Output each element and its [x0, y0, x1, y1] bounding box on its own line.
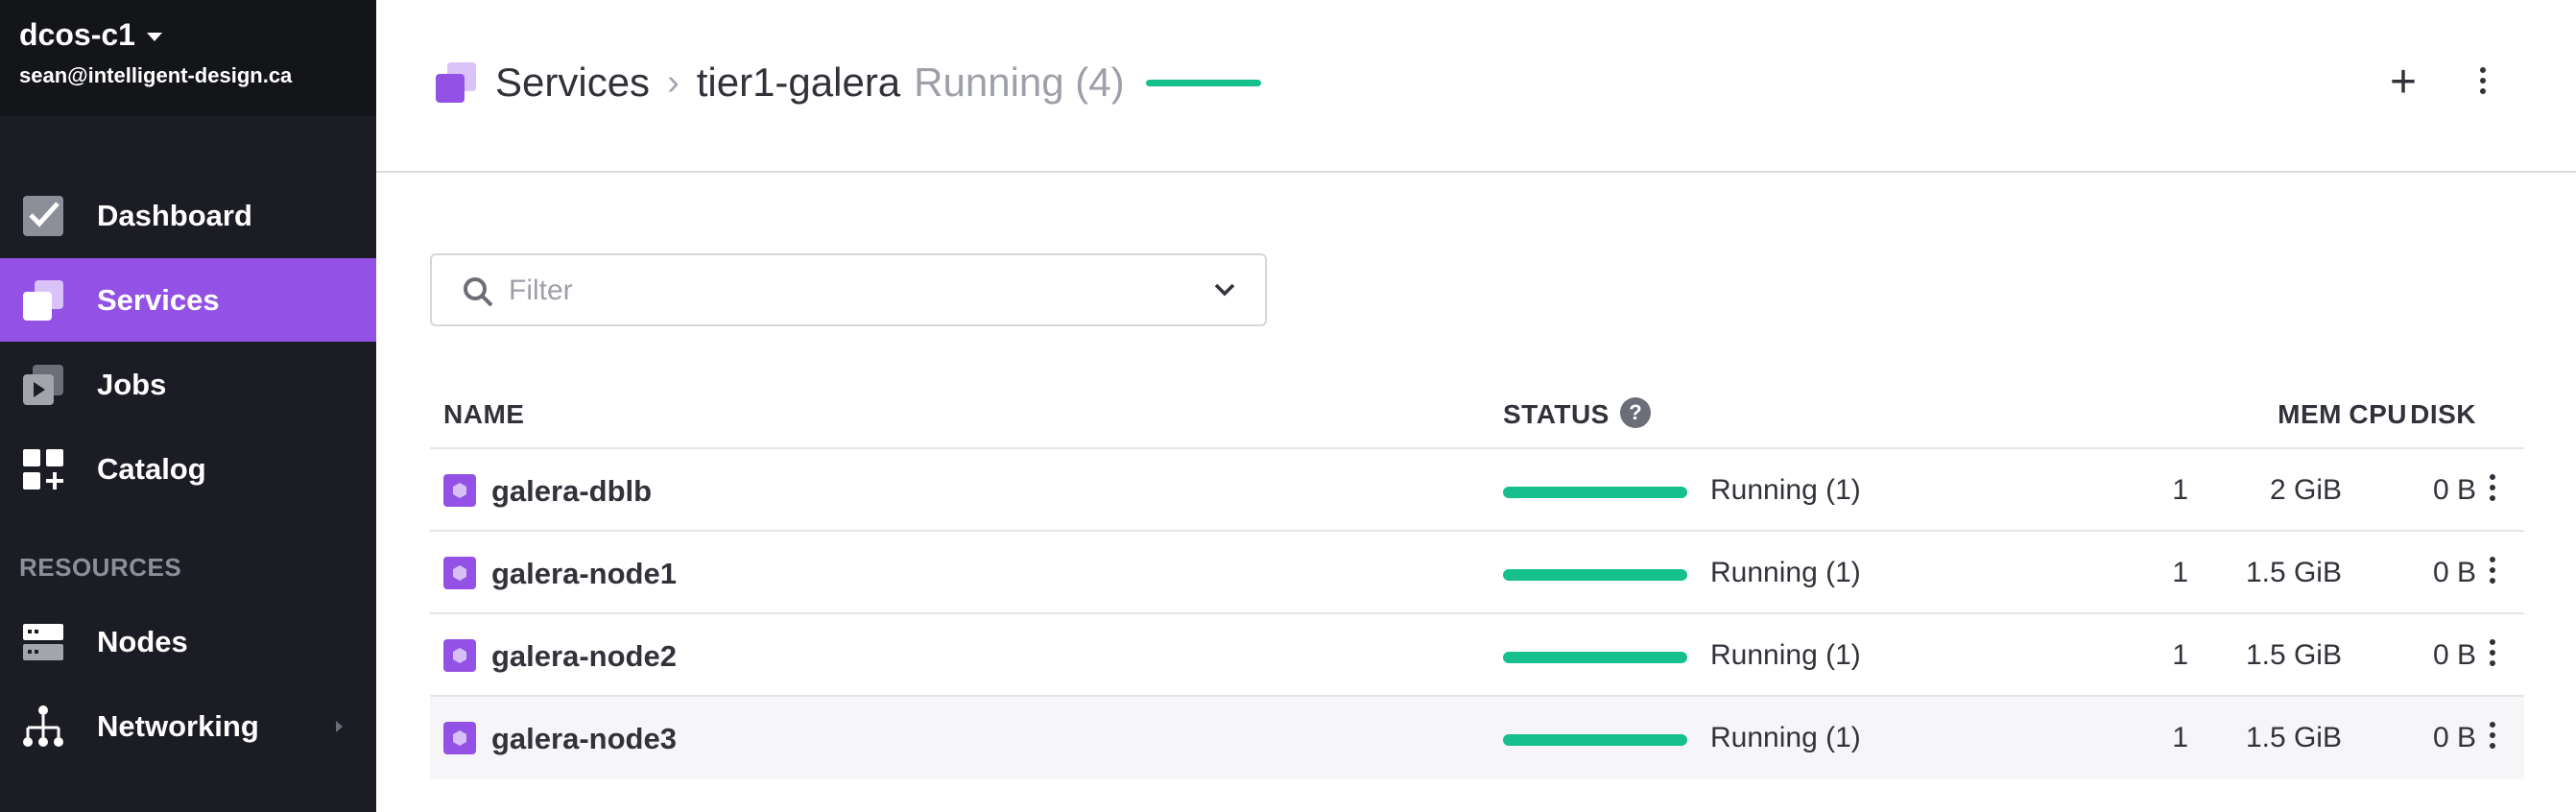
services-icon: [23, 279, 63, 321]
services-icon: [436, 62, 476, 103]
status-text: Running (1): [1710, 557, 1861, 588]
disk-value: 0 B: [2432, 557, 2476, 588]
chevron-down-icon[interactable]: [1213, 278, 1236, 301]
mem-value: 1.5 GiB: [2245, 557, 2342, 588]
service-icon: [443, 722, 476, 754]
sidebar-item-services[interactable]: Services: [0, 258, 376, 342]
disk-value: 0 B: [2432, 474, 2476, 506]
page-header: Services › tier1-galera Running (4) +: [376, 0, 2576, 173]
column-header-status[interactable]: STATUS: [1503, 399, 1610, 430]
status-bar: [1503, 569, 1687, 581]
chevron-right-icon[interactable]: [336, 720, 343, 732]
table-row[interactable]: galera-node2 Running (1) 1 1.5 GiB 0 B: [430, 614, 2524, 697]
service-icon: [443, 557, 476, 589]
breadcrumb: Services › tier1-galera Running (4): [434, 56, 1261, 109]
networking-icon: [23, 705, 63, 747]
sidebar-item-nodes[interactable]: Nodes: [0, 600, 376, 683]
chevron-down-icon: [146, 33, 162, 41]
status-bar: [1503, 734, 1687, 746]
sidebar-header[interactable]: dcos-c1 sean@intelligent-design.ca: [0, 0, 376, 116]
more-options-icon[interactable]: [2480, 67, 2486, 94]
sidebar: dcos-c1 sean@intelligent-design.ca Dashb…: [0, 0, 376, 812]
mem-value: 1.5 GiB: [2245, 639, 2342, 671]
column-header-disk[interactable]: DISK: [2342, 399, 2476, 430]
status-text: Running (1): [1710, 639, 1861, 671]
jobs-icon: [23, 364, 63, 405]
section-label-resources: RESOURCES: [19, 553, 182, 582]
service-name[interactable]: galera-node3: [491, 722, 677, 756]
user-email: sean@intelligent-design.ca: [19, 63, 293, 87]
column-header-mem[interactable]: MEM: [2198, 399, 2342, 430]
sidebar-item-catalog[interactable]: Catalog: [0, 427, 376, 511]
filter-box[interactable]: [430, 253, 1267, 326]
table-row[interactable]: galera-node1 Running (1) 1 1.5 GiB 0 B: [430, 532, 2524, 614]
sidebar-item-label: Networking: [97, 708, 259, 743]
column-header-name[interactable]: NAME: [443, 399, 524, 430]
sidebar-item-label: Jobs: [97, 367, 167, 401]
page-title: tier1-galera: [696, 60, 901, 105]
service-icon: [443, 639, 476, 672]
breadcrumb-separator-icon: ›: [667, 61, 680, 103]
cpu-value: 1: [2172, 557, 2188, 588]
table-header: NAME STATUS ? CPU MEM DISK: [430, 384, 2524, 449]
row-more-options-icon[interactable]: [2490, 557, 2495, 584]
catalog-icon: [23, 448, 63, 490]
service-icon: [443, 474, 476, 507]
status-bar: [1503, 487, 1687, 498]
status-bar: [1503, 652, 1687, 663]
row-more-options-icon[interactable]: [2490, 722, 2495, 749]
cluster-switcher[interactable]: dcos-c1: [19, 17, 162, 53]
sidebar-item-label: Dashboard: [97, 198, 252, 232]
cpu-value: 1: [2172, 722, 2188, 753]
status-text: Running (1): [1710, 474, 1861, 506]
table-row[interactable]: galera-dblb Running (1) 1 2 GiB 0 B: [430, 449, 2524, 532]
dashboard-icon: [23, 195, 63, 236]
cluster-name: dcos-c1: [19, 17, 135, 52]
table-row[interactable]: galera-node3 Running (1) 1 1.5 GiB 0 B: [430, 697, 2524, 779]
service-name[interactable]: galera-node1: [491, 557, 677, 591]
nodes-icon: [23, 623, 63, 660]
row-more-options-icon[interactable]: [2490, 474, 2495, 501]
service-status-text: Running (4): [914, 60, 1125, 105]
service-name[interactable]: galera-node2: [491, 639, 677, 674]
mem-value: 1.5 GiB: [2245, 722, 2342, 753]
sidebar-item-label: Catalog: [97, 451, 206, 486]
row-more-options-icon[interactable]: [2490, 639, 2495, 666]
status-text: Running (1): [1710, 722, 1861, 753]
services-table: NAME STATUS ? CPU MEM DISK galera-dblb Ru…: [430, 384, 2524, 779]
service-name[interactable]: galera-dblb: [491, 474, 652, 509]
sidebar-item-label: Nodes: [97, 624, 188, 658]
sidebar-item-label: Services: [97, 282, 220, 317]
disk-value: 0 B: [2432, 722, 2476, 753]
disk-value: 0 B: [2432, 639, 2476, 671]
sidebar-item-dashboard[interactable]: Dashboard: [0, 174, 376, 257]
service-status-bar: [1145, 79, 1261, 86]
search-icon: [464, 277, 493, 307]
add-service-button[interactable]: +: [2390, 58, 2417, 107]
cpu-value: 1: [2172, 639, 2188, 671]
mem-value: 2 GiB: [2269, 474, 2342, 506]
sidebar-item-networking[interactable]: Networking: [0, 684, 376, 768]
help-icon[interactable]: ?: [1620, 397, 1651, 428]
filter-input[interactable]: [509, 267, 1181, 315]
sidebar-item-jobs[interactable]: Jobs: [0, 343, 376, 426]
cpu-value: 1: [2172, 474, 2188, 506]
breadcrumb-services-link[interactable]: Services: [495, 60, 650, 106]
